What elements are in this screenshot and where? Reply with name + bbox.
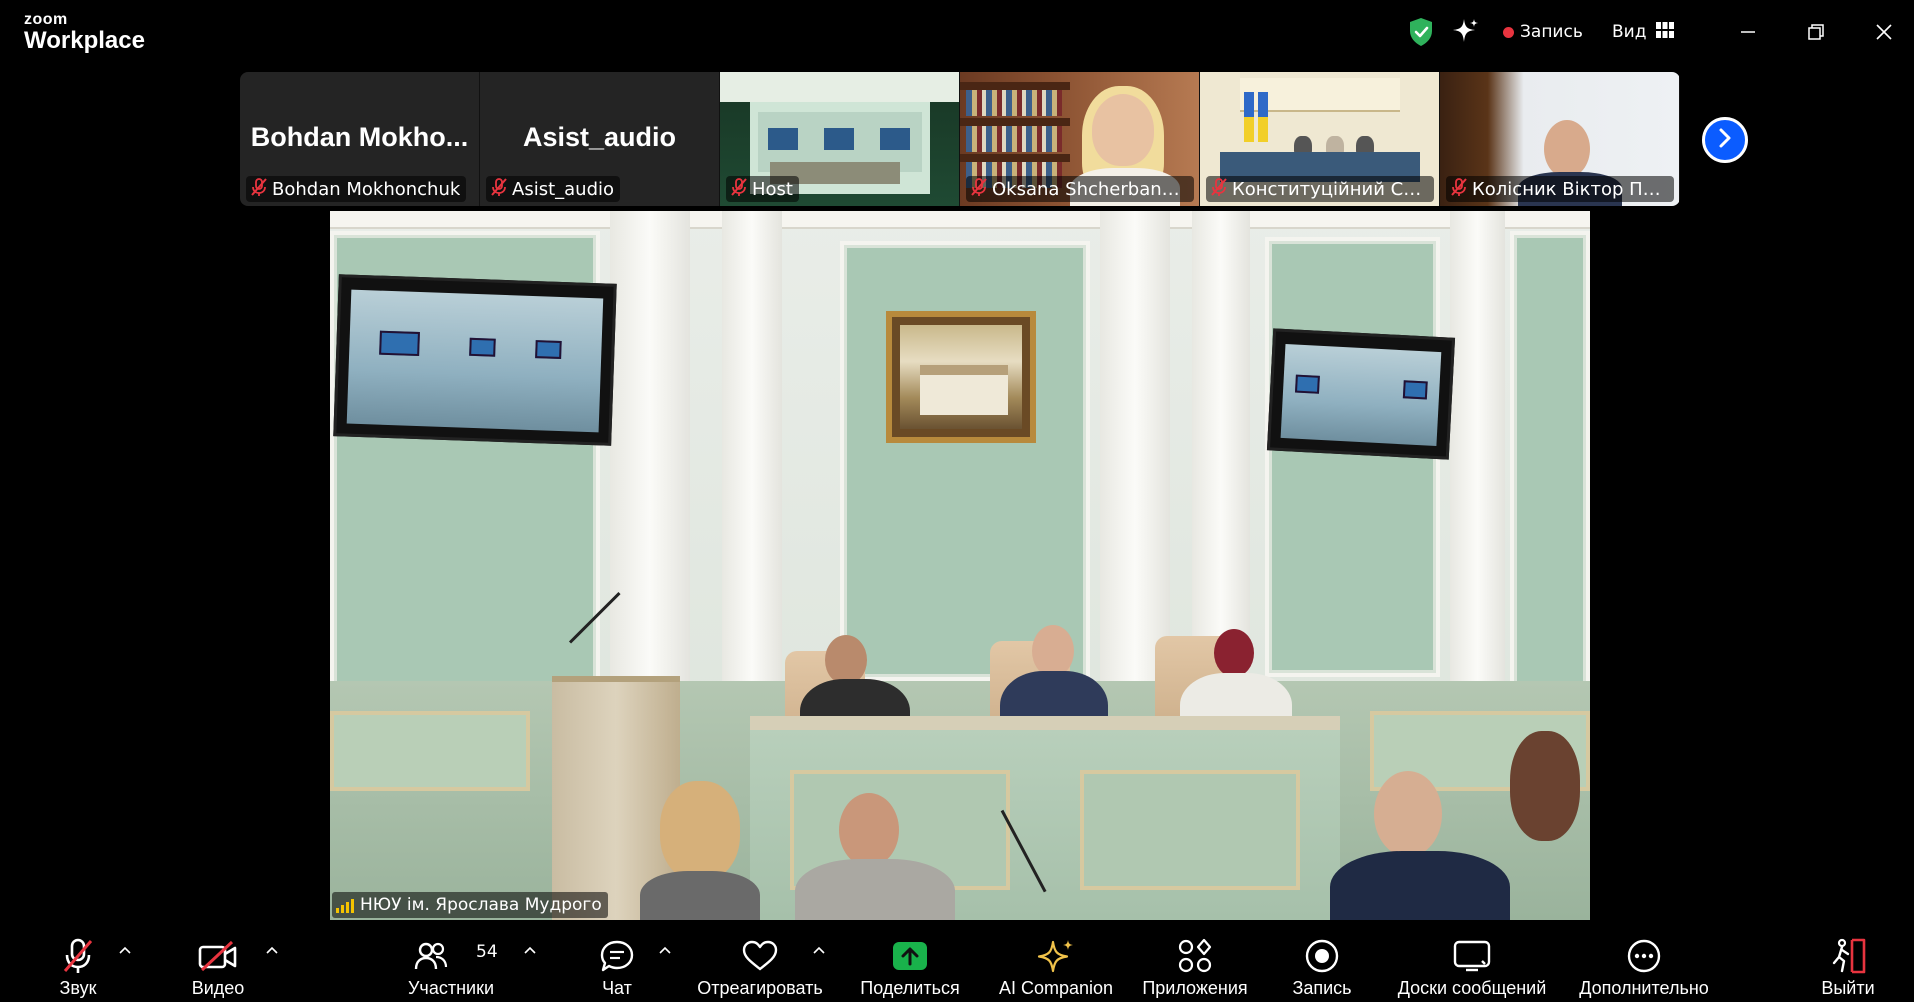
apps-icon <box>1177 932 1213 980</box>
heart-icon <box>741 932 779 980</box>
share-label: Поделиться <box>860 978 960 998</box>
leave-button[interactable]: Выйти <box>1818 922 1878 1002</box>
logo-line-1: zoom <box>24 11 68 28</box>
next-page-button[interactable] <box>1702 117 1748 163</box>
main-video-name-label: НЮУ ім. Ярослава Мудрого <box>332 892 608 918</box>
participant-name-label: Bohdan Mokhonchuk <box>246 176 467 202</box>
react-button[interactable]: Отреагировать <box>694 922 826 1002</box>
chat-icon <box>599 932 635 980</box>
meeting-toolbar: Звук Видео Участники 54 Чат Отреагироват… <box>0 922 1914 1002</box>
encryption-shield-icon[interactable] <box>1408 14 1434 50</box>
more-label: Дополнительно <box>1579 978 1709 998</box>
participant-name-label: Oksana Shcherbanyuk <box>966 176 1194 202</box>
share-screen-icon <box>891 932 929 980</box>
muted-mic-icon <box>1210 177 1228 202</box>
participant-name: Bohdan Mokhonchuk <box>272 178 461 200</box>
participant-tile[interactable]: Oksana Shcherbanyuk <box>960 72 1200 206</box>
participant-strip: Bohdan Mokho... Bohdan Mokhonchuk Asist_… <box>240 72 1680 206</box>
record-button[interactable]: Запись <box>1290 922 1354 1002</box>
whiteboards-label: Доски сообщений <box>1397 978 1547 998</box>
view-button[interactable]: Вид <box>1612 14 1675 50</box>
main-video-stage[interactable]: НЮУ ім. Ярослава Мудрого <box>330 211 1590 920</box>
participant-name: Asist_audio <box>512 178 615 200</box>
zoom-workplace-logo: zoom Workplace <box>24 12 145 53</box>
more-button[interactable]: Дополнительно <box>1574 922 1714 1002</box>
view-label: Вид <box>1612 22 1647 42</box>
muted-mic-icon <box>490 177 508 202</box>
whiteboard-icon <box>1452 932 1492 980</box>
participant-name-label: Колісник Віктор Павл... <box>1446 176 1674 202</box>
ai-companion-label: AI Companion <box>998 978 1114 998</box>
video-button[interactable]: Видео <box>186 922 250 1002</box>
chat-button[interactable]: Чат <box>590 922 644 1002</box>
audio-button[interactable]: Звук <box>50 922 106 1002</box>
participants-label: Участники <box>408 978 494 998</box>
recording-indicator[interactable]: Запись <box>1503 14 1583 50</box>
recording-label: Запись <box>1520 22 1583 42</box>
participant-tile[interactable]: Конституційний Суд У... <box>1200 72 1440 206</box>
participant-name-label: Конституційний Суд У... <box>1206 176 1434 202</box>
connection-signal-icon <box>336 897 354 913</box>
record-icon <box>1304 932 1340 980</box>
close-window-button[interactable] <box>1866 14 1902 50</box>
chat-label: Чат <box>602 978 632 998</box>
video-options-chevron-up-icon[interactable] <box>264 942 280 958</box>
participants-count: 54 <box>476 942 498 962</box>
title-bar: zoom Workplace Запись Вид <box>0 0 1914 70</box>
host-video-banner <box>720 72 959 102</box>
participants-button[interactable]: Участники <box>404 922 498 1002</box>
participant-tile[interactable]: Host <box>720 72 960 206</box>
muted-mic-icon <box>730 177 748 202</box>
muted-microphone-icon <box>61 932 95 980</box>
participant-display-name: Bohdan Mokho... <box>250 122 469 152</box>
whiteboards-button[interactable]: Доски сообщений <box>1392 922 1552 1002</box>
muted-mic-icon <box>970 177 988 202</box>
recording-dot-icon <box>1503 26 1514 38</box>
muted-mic-icon <box>1450 177 1468 202</box>
participant-name: Oksana Shcherbanyuk <box>992 178 1188 200</box>
participant-name: Колісник Віктор Павл... <box>1472 178 1668 200</box>
muted-mic-icon <box>250 177 268 202</box>
participant-name-label: Asist_audio <box>486 176 621 202</box>
chat-options-chevron-up-icon[interactable] <box>657 942 673 958</box>
audio-label: Звук <box>59 978 97 998</box>
video-label: Видео <box>191 978 245 998</box>
grid-view-icon <box>1656 21 1675 43</box>
participant-tile[interactable]: Колісник Віктор Павл... <box>1440 72 1680 206</box>
participant-video-feed <box>1544 120 1590 178</box>
wall-panel <box>1510 231 1590 691</box>
video-off-icon <box>198 932 238 980</box>
chevron-right-icon <box>1716 127 1734 153</box>
logo-line-2: Workplace <box>24 27 145 54</box>
share-button[interactable]: Поделиться <box>858 922 962 1002</box>
participant-tile[interactable]: Asist_audio Asist_audio <box>480 72 720 206</box>
leave-door-icon <box>1828 932 1868 980</box>
leave-label: Выйти <box>1821 978 1875 998</box>
participant-name: Host <box>752 178 793 200</box>
participants-options-chevron-up-icon[interactable] <box>522 942 538 958</box>
react-label: Отреагировать <box>697 978 823 998</box>
participant-name: Конституційний Суд У... <box>1232 178 1428 200</box>
ai-sparkle-icon[interactable] <box>1450 14 1480 50</box>
framed-painting <box>886 311 1036 443</box>
wall-panel <box>840 241 1090 681</box>
participants-icon <box>414 932 448 980</box>
participant-name-label: Host <box>726 176 799 202</box>
ai-companion-button[interactable]: AI Companion <box>994 922 1118 1002</box>
participant-display-name: Asist_audio <box>522 122 677 152</box>
main-video-participant-name: НЮУ ім. Ярослава Мудрого <box>360 895 602 915</box>
audio-options-chevron-up-icon[interactable] <box>117 942 133 958</box>
wall-tv-left <box>333 274 617 446</box>
record-label: Запись <box>1292 978 1352 998</box>
apps-label: Приложения <box>1142 978 1248 998</box>
react-options-chevron-up-icon[interactable] <box>811 942 827 958</box>
wall-tv-right <box>1266 328 1456 460</box>
minimize-window-button[interactable] <box>1730 14 1766 50</box>
ai-companion-sparkle-icon <box>1036 932 1076 980</box>
restore-window-button[interactable] <box>1798 14 1834 50</box>
participant-tile[interactable]: Bohdan Mokho... Bohdan Mokhonchuk <box>240 72 480 206</box>
more-dots-icon <box>1626 932 1662 980</box>
apps-button[interactable]: Приложения <box>1136 922 1254 1002</box>
